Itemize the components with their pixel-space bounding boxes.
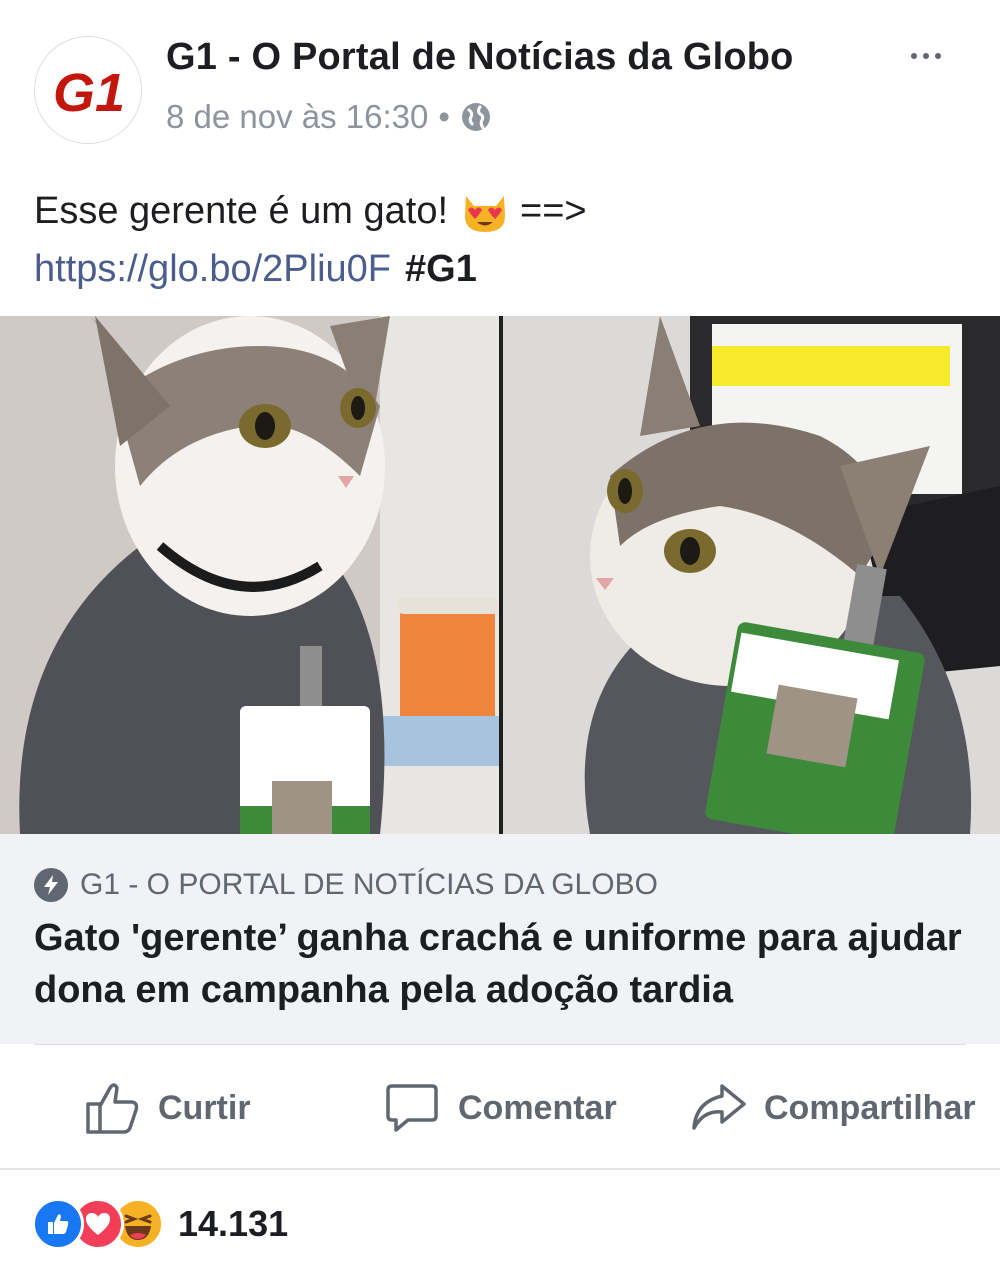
divider	[34, 1044, 966, 1045]
like-button[interactable]: Curtir	[84, 1062, 251, 1154]
more-dot	[911, 53, 917, 59]
post-text: Esse gerente é um gato! ==> https://glo.…	[34, 182, 964, 298]
action-bar: Curtir Comentar Compartilhar	[0, 1062, 1000, 1154]
g1-logo-text: G1	[53, 63, 125, 123]
reaction-count: 14.131	[178, 1203, 289, 1244]
meta-separator: •	[438, 98, 450, 135]
instant-article-bolt-icon	[34, 868, 68, 902]
post-text-line-2: https://glo.bo/2Pliu0F #G1	[34, 240, 964, 298]
comment-button[interactable]: Comentar	[384, 1062, 617, 1154]
share-label: Compartilhar	[764, 1088, 976, 1127]
like-icon	[32, 1198, 84, 1250]
more-dot	[935, 53, 941, 59]
preview-headline[interactable]: Gato 'gerente’ ganha crachá e uniforme p…	[34, 912, 964, 1016]
page-avatar[interactable]: G1	[34, 36, 142, 144]
post-arrow: ==>	[520, 190, 587, 232]
comment-label: Comentar	[458, 1088, 617, 1127]
g1-logo: G1	[35, 37, 141, 143]
reactions-summary[interactable]: 14.131	[32, 1196, 288, 1252]
link-preview[interactable]: G1 - O PORTAL DE NOTÍCIAS DA GLOBO Gato …	[0, 834, 1000, 1044]
thumbs-up-icon	[86, 1083, 139, 1134]
share-button[interactable]: Compartilhar	[690, 1062, 976, 1154]
post-hashtag[interactable]: #G1	[405, 240, 477, 298]
post-image[interactable]	[0, 316, 1000, 834]
post-meta: 8 de nov às 16:30 •	[166, 98, 492, 136]
post-timestamp[interactable]: 8 de nov às 16:30	[166, 98, 428, 136]
share-arrow-icon	[692, 1084, 746, 1130]
preview-source-name: G1 - O PORTAL DE NOTÍCIAS DA GLOBO	[80, 868, 658, 901]
preview-source: G1 - O PORTAL DE NOTÍCIAS DA GLOBO	[34, 868, 658, 902]
post-link[interactable]: https://glo.bo/2Pliu0F	[34, 240, 391, 298]
heart-eyes-cat-emoji-icon	[465, 196, 506, 232]
comment-icon	[386, 1084, 438, 1132]
cat-photos	[0, 316, 1000, 834]
globe-icon	[461, 103, 490, 131]
post-caption: Esse gerente é um gato!	[34, 190, 449, 232]
more-options-button[interactable]	[896, 34, 956, 78]
page-name[interactable]: G1 - O Portal de Notícias da Globo	[166, 36, 794, 79]
more-dot	[923, 53, 929, 59]
divider	[0, 1168, 1000, 1170]
post-text-line-1: Esse gerente é um gato! ==>	[34, 182, 964, 240]
like-label: Curtir	[158, 1088, 251, 1127]
